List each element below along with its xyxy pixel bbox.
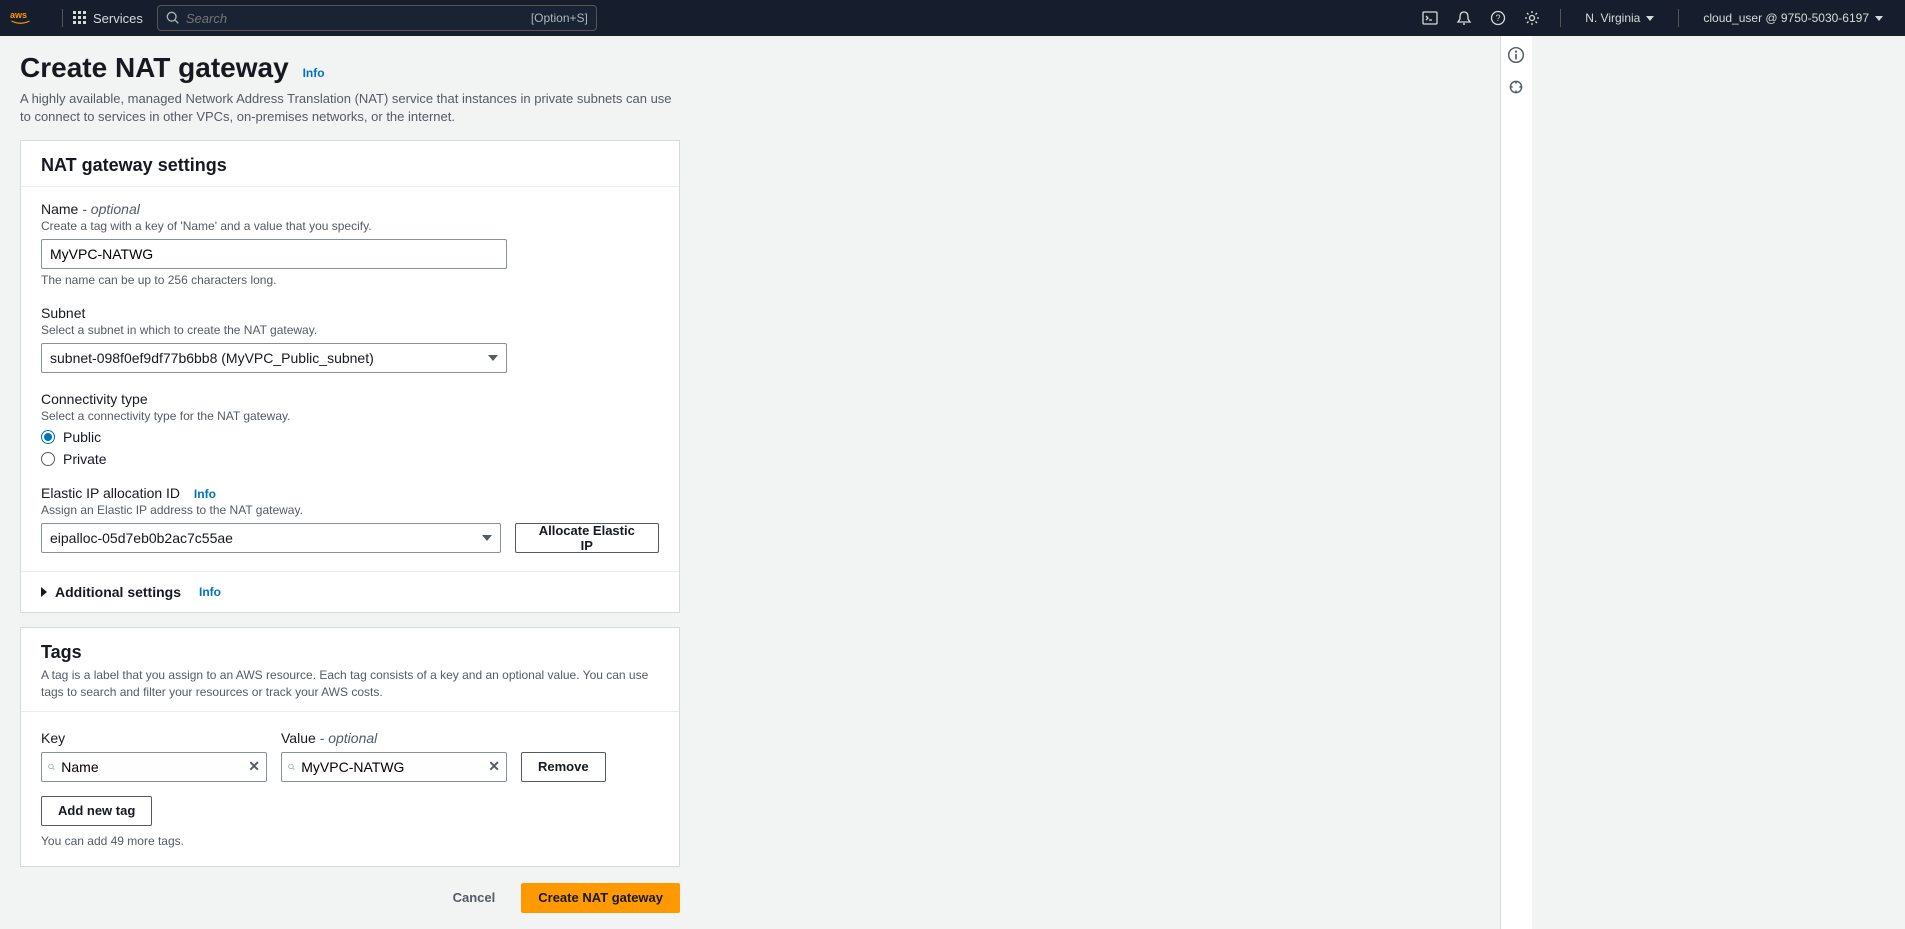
chevron-right-icon: [41, 587, 47, 597]
tag-value-input[interactable]: [301, 759, 482, 775]
content: Create NAT gateway Info A highly availab…: [0, 36, 1500, 929]
search-input[interactable]: [186, 11, 531, 26]
footer-actions: Cancel Create NAT gateway: [20, 883, 680, 913]
connectivity-hint: Select a connectivity type for the NAT g…: [41, 409, 659, 423]
eip-label: Elastic IP allocation ID: [41, 485, 180, 501]
preferences-icon[interactable]: [1507, 78, 1527, 98]
tags-panel: Tags A tag is a label that you assign to…: [20, 627, 680, 867]
eip-field: Elastic IP allocation ID Info Assign an …: [41, 485, 659, 553]
connectivity-private-radio[interactable]: Private: [41, 451, 659, 467]
cloudshell-icon[interactable]: [1414, 2, 1446, 34]
notifications-icon[interactable]: [1448, 2, 1480, 34]
region-label: N. Virginia: [1585, 11, 1640, 25]
info-panel-icon[interactable]: [1507, 46, 1527, 66]
subnet-field: Subnet Select a subnet in which to creat…: [41, 305, 659, 373]
svg-text:aws: aws: [10, 10, 27, 20]
chevron-down-icon: [1875, 16, 1883, 21]
tag-key-input[interactable]: [61, 759, 242, 775]
panel-title: Tags: [41, 642, 659, 663]
radio-icon: [41, 430, 55, 444]
info-link[interactable]: Info: [199, 585, 221, 599]
tag-value-input-wrap[interactable]: ✕: [281, 752, 507, 782]
panel-title: NAT gateway settings: [41, 155, 659, 176]
region-selector[interactable]: N. Virginia: [1573, 11, 1666, 25]
add-tag-button[interactable]: Add new tag: [41, 796, 152, 826]
search-shortcut: [Option+S]: [531, 11, 588, 25]
page-title: Create NAT gateway: [20, 52, 289, 83]
services-button[interactable]: Services: [73, 11, 143, 26]
chevron-down-icon: [482, 535, 492, 541]
nav-divider: [1560, 9, 1561, 27]
chevron-down-icon: [488, 355, 498, 361]
nav-divider: [1678, 9, 1679, 27]
nav-divider: [62, 9, 63, 27]
tag-key-input-wrap[interactable]: ✕: [41, 752, 267, 782]
eip-hint: Assign an Elastic IP address to the NAT …: [41, 503, 659, 517]
search-icon: [288, 760, 295, 774]
tag-key-label: Key: [41, 730, 267, 746]
svg-text:?: ?: [1496, 13, 1501, 23]
page-description: A highly available, managed Network Addr…: [20, 90, 680, 126]
cancel-button[interactable]: Cancel: [437, 883, 512, 913]
info-link[interactable]: Info: [194, 487, 216, 501]
name-field: Name - optional Create a tag with a key …: [41, 201, 659, 287]
connectivity-field: Connectivity type Select a connectivity …: [41, 391, 659, 467]
additional-settings-label: Additional settings: [55, 584, 181, 600]
top-nav: aws Services [Option+S] ?: [0, 0, 1905, 36]
user-label: cloud_user @ 9750-5030-6197: [1703, 11, 1869, 25]
search-input-wrap[interactable]: [Option+S]: [157, 5, 597, 31]
tag-value-label: Value: [281, 730, 316, 746]
additional-settings-toggle[interactable]: Additional settings Info: [21, 571, 679, 612]
allocate-eip-button[interactable]: Allocate Elastic IP: [515, 523, 659, 553]
radio-label: Private: [63, 451, 107, 467]
radio-icon: [41, 452, 55, 466]
side-rail: [1500, 36, 1532, 929]
optional-suffix: - optional: [316, 730, 377, 746]
subnet-select[interactable]: subnet-098f0ef9df77b6bb8 (MyVPC_Public_s…: [41, 343, 507, 373]
name-input[interactable]: [41, 239, 507, 269]
eip-value: eipalloc-05d7eb0b2ac7c55ae: [50, 530, 233, 546]
eip-select[interactable]: eipalloc-05d7eb0b2ac7c55ae: [41, 523, 501, 553]
info-link[interactable]: Info: [303, 66, 325, 80]
grid-icon: [73, 11, 87, 25]
create-button[interactable]: Create NAT gateway: [521, 883, 680, 913]
search-icon: [48, 760, 55, 774]
tags-description: A tag is a label that you assign to an A…: [41, 667, 659, 701]
radio-label: Public: [63, 429, 101, 445]
services-label: Services: [93, 11, 143, 26]
tag-limit-message: You can add 49 more tags.: [41, 834, 659, 848]
name-help: The name can be up to 256 characters lon…: [41, 273, 659, 287]
name-hint: Create a tag with a key of 'Name' and a …: [41, 219, 659, 233]
clear-icon[interactable]: ✕: [248, 758, 260, 775]
nat-settings-panel: NAT gateway settings Name - optional Cre…: [20, 140, 680, 613]
remove-tag-button[interactable]: Remove: [521, 752, 606, 782]
user-menu[interactable]: cloud_user @ 9750-5030-6197: [1691, 11, 1895, 25]
name-label: Name: [41, 201, 78, 217]
search-icon: [166, 11, 180, 25]
subnet-value: subnet-098f0ef9df77b6bb8 (MyVPC_Public_s…: [50, 350, 374, 366]
clear-icon[interactable]: ✕: [488, 758, 500, 775]
aws-logo[interactable]: aws: [10, 9, 40, 27]
connectivity-public-radio[interactable]: Public: [41, 429, 659, 445]
settings-icon[interactable]: [1516, 2, 1548, 34]
chevron-down-icon: [1646, 16, 1654, 21]
optional-suffix: - optional: [78, 201, 139, 217]
subnet-label: Subnet: [41, 305, 659, 321]
subnet-hint: Select a subnet in which to create the N…: [41, 323, 659, 337]
help-icon[interactable]: ?: [1482, 2, 1514, 34]
connectivity-label: Connectivity type: [41, 391, 659, 407]
